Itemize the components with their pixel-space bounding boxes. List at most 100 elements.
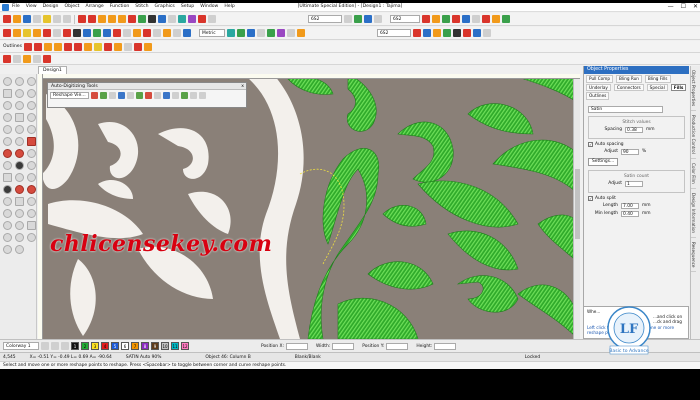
trace-tool-icon[interactable] [3, 173, 12, 182]
docker-tab-production-control[interactable]: Production Control [691, 111, 696, 159]
paste-icon[interactable] [63, 15, 71, 23]
show-functions-icon[interactable] [123, 29, 131, 37]
lock-icon[interactable] [267, 29, 275, 37]
tab-fills[interactable]: Fills [670, 83, 687, 91]
min-length-field[interactable]: 0.40 [621, 210, 639, 217]
color-swatch-1[interactable]: 1 [71, 342, 79, 350]
appliqué-tool-icon[interactable] [15, 149, 24, 158]
color-swatch-10[interactable]: 10 [161, 342, 169, 350]
lettering-tool-icon[interactable] [27, 137, 36, 146]
spiral-tool-icon[interactable] [15, 161, 24, 170]
design-canvas[interactable] [38, 74, 580, 339]
triple-run-icon[interactable] [453, 29, 461, 37]
outline-11-icon[interactable] [124, 42, 133, 51]
satin-adjust-field[interactable]: 1 [625, 180, 643, 187]
scrollbar-thumb[interactable] [575, 169, 580, 239]
effect-1-icon[interactable] [3, 54, 11, 63]
tab-design1[interactable]: Design1 [38, 66, 67, 74]
settings-button[interactable]: Settings... [588, 157, 619, 166]
new-file-icon[interactable] [3, 15, 11, 23]
column-a-tool-icon[interactable] [3, 101, 12, 110]
density-icon[interactable] [433, 29, 441, 37]
color-swatch-7[interactable]: 7 [131, 342, 139, 350]
auto-digitizing-header[interactable]: Auto-Digitizing Tools x [48, 83, 246, 90]
color-swatch-9[interactable]: 9 [151, 342, 159, 350]
align-tool-icon[interactable] [15, 245, 24, 254]
thread-chart-combo[interactable]: 6S2 [308, 15, 342, 23]
view-icon[interactable] [472, 15, 480, 23]
show-selection-icon[interactable] [143, 29, 151, 37]
tab-underlay[interactable]: Underlay [586, 83, 611, 91]
trim-tool-icon[interactable] [3, 197, 12, 206]
auto-satin-icon[interactable] [108, 92, 116, 99]
adjust-field[interactable]: 90 [621, 148, 639, 155]
bitmap-icon[interactable] [162, 92, 170, 99]
magic-wand-icon[interactable] [90, 92, 98, 99]
save-icon[interactable] [23, 15, 31, 23]
color-swatch-12[interactable]: 12 [181, 342, 189, 350]
circle-tool-icon[interactable] [3, 125, 12, 134]
outline-9-icon[interactable] [104, 42, 113, 51]
crop-icon[interactable] [171, 92, 179, 99]
select-icon[interactable] [422, 15, 430, 23]
trim-icon[interactable] [432, 15, 440, 23]
pan-tool-icon[interactable] [27, 89, 36, 98]
outline-13-icon[interactable] [144, 42, 153, 51]
show-grid-icon[interactable] [73, 29, 81, 37]
undo-icon[interactable] [78, 15, 86, 23]
docker-tab-resequence[interactable]: Resequence [691, 238, 696, 273]
auto-spacing-checkbox[interactable]: ✓ [588, 141, 593, 147]
photo-flash-icon[interactable] [117, 92, 125, 99]
cut-icon[interactable] [43, 15, 51, 23]
color-icon[interactable] [178, 15, 186, 23]
remove-color-icon[interactable] [61, 342, 69, 350]
outline-2-icon[interactable] [34, 42, 43, 51]
smart-design-icon[interactable] [144, 92, 152, 99]
dropdown-arrow-icon[interactable] [344, 15, 352, 23]
sequin-tool-icon[interactable] [15, 209, 24, 218]
color-reduce-icon[interactable] [180, 92, 188, 99]
open-file-icon[interactable] [13, 15, 21, 23]
centerline-icon[interactable] [126, 92, 134, 99]
palette-icon[interactable] [41, 342, 49, 350]
show-outlines-icon[interactable] [13, 29, 21, 37]
rectangle-tool-icon[interactable] [3, 137, 12, 146]
show-hidden-icon[interactable] [153, 29, 161, 37]
outline-1-icon[interactable] [24, 42, 33, 51]
show-jumps-icon[interactable] [133, 29, 141, 37]
monogram-icon[interactable] [208, 15, 216, 23]
polyline-tool-icon[interactable] [15, 77, 24, 86]
stump-tool-icon[interactable] [27, 197, 36, 206]
monogram-tool-icon[interactable] [3, 149, 12, 158]
zoom-icon[interactable] [158, 15, 166, 23]
travel-icon[interactable] [354, 15, 362, 23]
rotate-icon[interactable] [287, 29, 295, 37]
array-tool-icon[interactable] [27, 233, 36, 242]
colorway-select[interactable]: Colorway 1 [3, 342, 39, 350]
reshape-view-button[interactable]: Reshape Vie... [50, 92, 89, 99]
weld-tool-icon[interactable] [27, 185, 36, 194]
photo-flash-tool-icon[interactable] [3, 209, 12, 218]
motif-icon[interactable] [473, 29, 481, 37]
outline-7-icon[interactable] [84, 42, 93, 51]
outline-12-icon[interactable] [134, 42, 143, 51]
outline-3-icon[interactable] [44, 42, 53, 51]
width-field[interactable] [332, 342, 355, 350]
show-ruler-icon[interactable] [163, 29, 171, 37]
outline-4-icon[interactable] [54, 42, 63, 51]
tab-special[interactable]: Special [646, 83, 668, 91]
stitch-type-icon[interactable] [98, 15, 106, 23]
effect-5-icon[interactable] [43, 54, 51, 63]
outline-10-icon[interactable] [114, 42, 123, 51]
click-to-stitch-icon[interactable] [135, 92, 143, 99]
skew-tool-icon[interactable] [3, 233, 12, 242]
show-artwork-icon[interactable] [23, 29, 31, 37]
manual-tool-icon[interactable] [27, 113, 36, 122]
color-swatch-2[interactable]: 2 [81, 342, 89, 350]
stitch-player-icon[interactable] [364, 15, 372, 23]
docker-tab-color-film[interactable]: Color Film [691, 159, 696, 189]
scale-tool-icon[interactable] [15, 233, 24, 242]
show-bitmap-icon[interactable] [33, 29, 41, 37]
satin-icon[interactable] [108, 15, 116, 23]
height-field[interactable] [434, 342, 457, 350]
